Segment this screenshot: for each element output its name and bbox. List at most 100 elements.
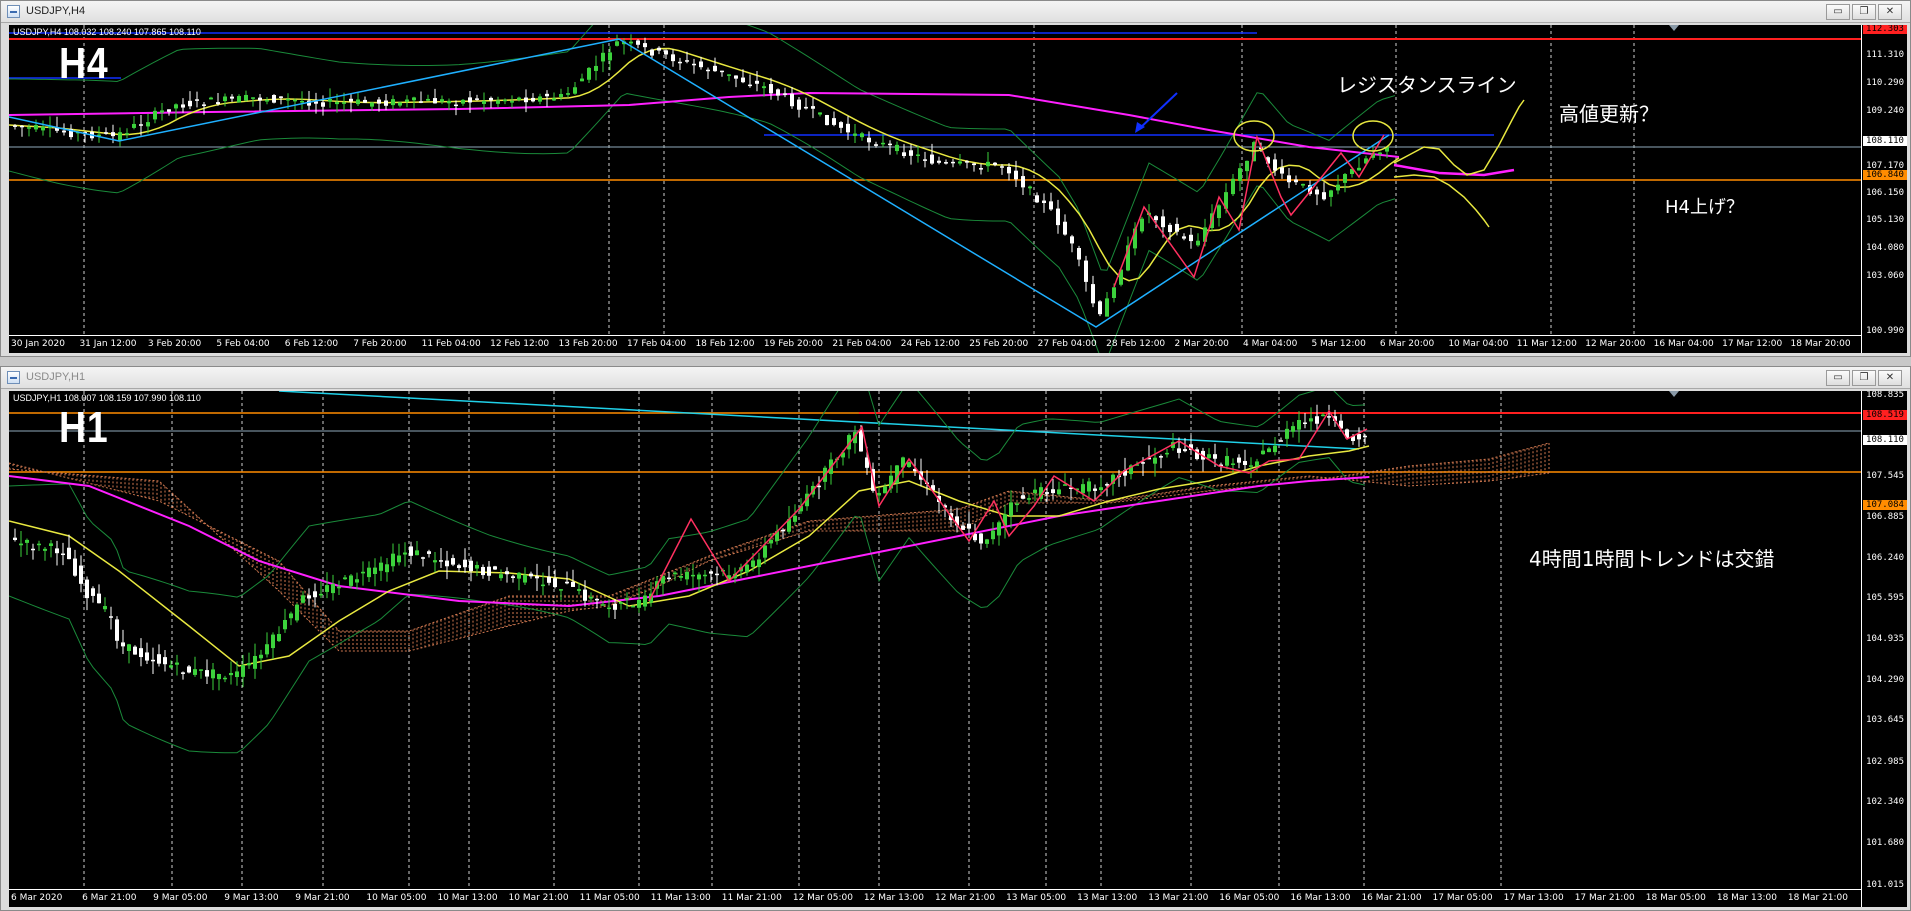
candle-body: [181, 104, 185, 108]
candle-body: [699, 61, 703, 68]
candle-body: [883, 486, 887, 494]
candle-body: [127, 644, 131, 652]
candle-body: [1245, 160, 1249, 172]
candle-body: [664, 50, 668, 55]
candle-body: [1196, 240, 1200, 246]
time-tick-label: 17 Mar 13:00: [1503, 893, 1564, 903]
close-button[interactable]: ✕: [1878, 370, 1902, 386]
chart-window-h4[interactable]: USDJPY,H4 ▭ ❐ ✕ USDJPY,H4 108.032 108.24…: [0, 0, 1911, 357]
window-titlebar[interactable]: USDJPY,H1 ▭ ❐ ✕: [1, 367, 1910, 389]
candle-body: [377, 99, 381, 104]
candle-body: [727, 74, 731, 76]
minimize-button[interactable]: ▭: [1826, 4, 1850, 20]
candle-body: [217, 673, 221, 680]
chart-plot-area[interactable]: [9, 25, 1907, 353]
candle-body: [1238, 168, 1242, 181]
candle-body: [510, 101, 514, 103]
candle-body: [1207, 454, 1211, 459]
chart-window-h1[interactable]: USDJPY,H1 ▭ ❐ ✕ USDJPY,H1 108.007 108.15…: [0, 366, 1911, 911]
candle-body: [846, 123, 850, 133]
candle-body: [1042, 200, 1046, 204]
candle-body: [524, 97, 528, 103]
candle-body: [631, 605, 635, 608]
window-title: USDJPY,H1: [26, 371, 86, 383]
projection-line: [1393, 174, 1490, 228]
restore-button[interactable]: ❐: [1852, 370, 1876, 386]
close-button[interactable]: ✕: [1878, 4, 1902, 20]
time-tick-label: 6 Mar 2020: [11, 893, 63, 903]
candle-body: [1045, 492, 1049, 494]
candle-body: [961, 525, 965, 530]
candle-body: [85, 579, 89, 599]
time-tick-label: 28 Feb 12:00: [1106, 339, 1166, 349]
candle-body: [1309, 418, 1313, 422]
candle-body: [97, 593, 101, 604]
candle-body: [391, 553, 395, 567]
candle-body: [289, 613, 293, 619]
candle-body: [31, 548, 35, 551]
candle-body: [734, 75, 738, 79]
price-axis[interactable]: 111.310 110.290 109.240 107.170 106.150 105.1…: [1861, 25, 1907, 353]
candle-body: [535, 576, 539, 579]
candle-body: [1105, 298, 1109, 317]
candle-body: [1021, 176, 1025, 188]
price-tick-label: 109.240: [1866, 105, 1904, 116]
time-tick-label: 17 Mar 12:00: [1722, 339, 1783, 349]
candle-body: [487, 566, 491, 576]
time-tick-label: 6 Mar 20:00: [1379, 339, 1435, 349]
candle-body: [265, 644, 269, 655]
candle-body: [457, 565, 461, 568]
time-tick-label: 11 Mar 05:00: [579, 893, 640, 903]
candle-body: [703, 574, 707, 577]
time-tick-label: 30 Jan 2020: [11, 339, 65, 349]
candle-body: [115, 619, 119, 641]
time-axis[interactable]: 30 Jan 2020 31 Jan 12:00 3 Feb 20:00 5 Feb …: [9, 335, 1861, 353]
window-titlebar[interactable]: USDJPY,H4 ▭ ❐ ✕: [1, 1, 1910, 23]
time-axis[interactable]: 6 Mar 2020 6 Mar 21:00 9 Mar 05:00 9 Mar 13…: [9, 889, 1861, 907]
candle-body: [619, 602, 623, 604]
candle-body: [832, 118, 836, 125]
candle-body: [163, 657, 167, 665]
candle-body: [1327, 416, 1331, 418]
ichimoku-span-b: [9, 462, 1550, 632]
price-chart-h4[interactable]: USDJPY,H4 108.032 108.240 107.865 108.11…: [9, 25, 1907, 353]
candle-body: [1087, 481, 1091, 492]
price-level-tag: 107.084: [1863, 499, 1907, 510]
candle-body: [209, 97, 213, 100]
candle-body: [679, 576, 683, 578]
candle-body: [517, 97, 521, 100]
candle-body: [451, 558, 455, 565]
time-tick-label: 31 Jan 12:00: [79, 339, 137, 349]
candle-body: [559, 94, 563, 98]
candle-body: [319, 593, 323, 596]
candle-body: [367, 567, 371, 578]
restore-button[interactable]: ❐: [1852, 4, 1876, 20]
time-tick-label: 5 Feb 04:00: [216, 339, 270, 349]
candle-body: [720, 70, 724, 73]
candle-body: [493, 566, 497, 570]
minimize-button[interactable]: ▭: [1826, 370, 1850, 386]
time-tick-label: 16 Mar 05:00: [1219, 893, 1280, 903]
candle-body: [553, 578, 557, 588]
shift-marker-icon[interactable]: [1669, 391, 1679, 397]
candle-body: [547, 576, 551, 583]
candle-body: [412, 97, 416, 101]
shift-marker-icon[interactable]: [1669, 25, 1679, 31]
candle-body: [902, 152, 906, 157]
candle-body: [482, 100, 486, 104]
symbol-info: USDJPY,H4 108.032 108.240 107.865 108.11…: [13, 27, 201, 37]
candle-body: [859, 430, 863, 452]
candle-body: [671, 54, 675, 62]
candle-body: [461, 99, 465, 104]
price-tick-label: 104.290: [1866, 674, 1904, 685]
candle-body: [755, 80, 759, 84]
candle-body: [1297, 420, 1301, 430]
chart-plot-area[interactable]: [9, 391, 1907, 907]
price-chart-h1[interactable]: USDJPY,H1 108.007 108.159 107.990 108.11…: [9, 391, 1907, 907]
candle-body: [1231, 463, 1235, 465]
price-axis[interactable]: 108.835 107.545 106.885 106.240 105.595 104.9…: [1861, 391, 1907, 907]
price-level-tag: 106.840: [1863, 169, 1907, 180]
candle-body: [27, 127, 31, 129]
candle-body: [169, 665, 173, 668]
candle-body: [1033, 489, 1037, 494]
